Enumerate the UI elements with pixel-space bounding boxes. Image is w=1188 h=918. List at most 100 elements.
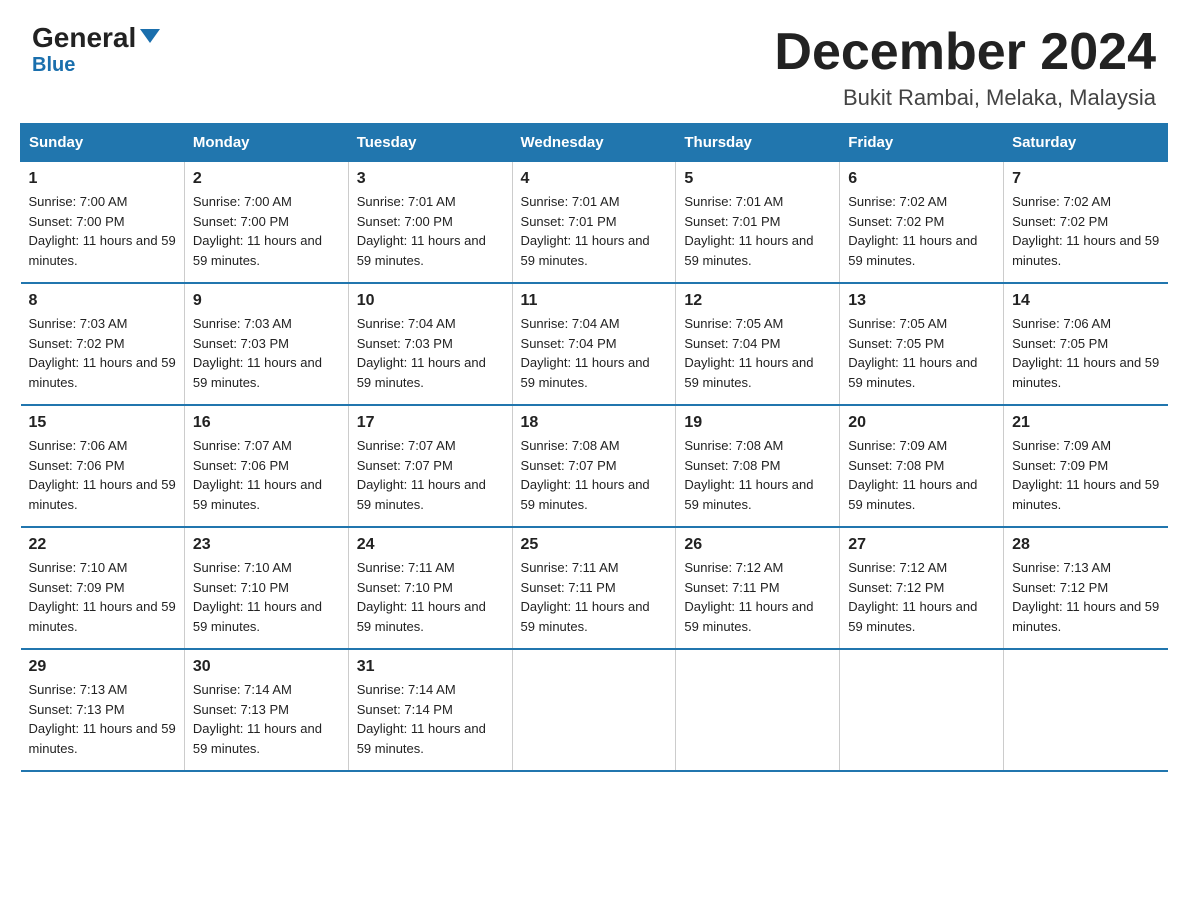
sunset-label: Sunset: 7:01 PM <box>521 214 617 229</box>
day-info: Sunrise: 7:01 AM Sunset: 7:01 PM Dayligh… <box>521 192 668 270</box>
calendar-cell: 10 Sunrise: 7:04 AM Sunset: 7:03 PM Dayl… <box>348 283 512 405</box>
daylight-label: Daylight: 11 hours and 59 minutes. <box>357 477 486 512</box>
sunset-label: Sunset: 7:06 PM <box>29 458 125 473</box>
day-number: 4 <box>521 170 668 188</box>
daylight-label: Daylight: 11 hours and 59 minutes. <box>848 355 977 390</box>
col-thursday: Thursday <box>676 124 840 162</box>
daylight-label: Daylight: 11 hours and 59 minutes. <box>357 355 486 390</box>
day-number: 21 <box>1012 414 1159 432</box>
sunset-label: Sunset: 7:08 PM <box>684 458 780 473</box>
calendar-cell: 11 Sunrise: 7:04 AM Sunset: 7:04 PM Dayl… <box>512 283 676 405</box>
daylight-label: Daylight: 11 hours and 59 minutes. <box>1012 233 1159 268</box>
location-title: Bukit Rambai, Melaka, Malaysia <box>774 85 1156 111</box>
sunrise-label: Sunrise: 7:05 AM <box>684 316 783 331</box>
daylight-label: Daylight: 11 hours and 59 minutes. <box>1012 355 1159 390</box>
daylight-label: Daylight: 11 hours and 59 minutes. <box>521 599 650 634</box>
sunrise-label: Sunrise: 7:02 AM <box>1012 194 1111 209</box>
day-number: 15 <box>29 414 176 432</box>
week-row-3: 15 Sunrise: 7:06 AM Sunset: 7:06 PM Dayl… <box>21 405 1168 527</box>
sunrise-label: Sunrise: 7:09 AM <box>848 438 947 453</box>
logo: General Blue <box>32 24 160 77</box>
sunrise-label: Sunrise: 7:14 AM <box>357 682 456 697</box>
day-number: 8 <box>29 292 176 310</box>
day-info: Sunrise: 7:09 AM Sunset: 7:08 PM Dayligh… <box>848 436 995 514</box>
daylight-label: Daylight: 11 hours and 59 minutes. <box>684 233 813 268</box>
title-area: December 2024 Bukit Rambai, Melaka, Mala… <box>774 24 1156 111</box>
day-number: 31 <box>357 658 504 676</box>
day-info: Sunrise: 7:12 AM Sunset: 7:12 PM Dayligh… <box>848 558 995 636</box>
calendar-cell: 24 Sunrise: 7:11 AM Sunset: 7:10 PM Dayl… <box>348 527 512 649</box>
sunset-label: Sunset: 7:08 PM <box>848 458 944 473</box>
sunset-label: Sunset: 7:02 PM <box>29 336 125 351</box>
sunset-label: Sunset: 7:04 PM <box>684 336 780 351</box>
day-number: 10 <box>357 292 504 310</box>
sunset-label: Sunset: 7:02 PM <box>1012 214 1108 229</box>
sunrise-label: Sunrise: 7:14 AM <box>193 682 292 697</box>
col-saturday: Saturday <box>1004 124 1168 162</box>
sunset-label: Sunset: 7:11 PM <box>684 580 779 595</box>
calendar-cell: 8 Sunrise: 7:03 AM Sunset: 7:02 PM Dayli… <box>21 283 185 405</box>
daylight-label: Daylight: 11 hours and 59 minutes. <box>521 477 650 512</box>
day-number: 7 <box>1012 170 1159 188</box>
daylight-label: Daylight: 11 hours and 59 minutes. <box>193 355 322 390</box>
calendar-cell: 22 Sunrise: 7:10 AM Sunset: 7:09 PM Dayl… <box>21 527 185 649</box>
daylight-label: Daylight: 11 hours and 59 minutes. <box>29 721 176 756</box>
calendar-cell: 2 Sunrise: 7:00 AM Sunset: 7:00 PM Dayli… <box>184 162 348 284</box>
calendar-cell: 7 Sunrise: 7:02 AM Sunset: 7:02 PM Dayli… <box>1004 162 1168 284</box>
col-tuesday: Tuesday <box>348 124 512 162</box>
daylight-label: Daylight: 11 hours and 59 minutes. <box>357 599 486 634</box>
sunrise-label: Sunrise: 7:10 AM <box>29 560 128 575</box>
sunrise-label: Sunrise: 7:02 AM <box>848 194 947 209</box>
daylight-label: Daylight: 11 hours and 59 minutes. <box>193 721 322 756</box>
daylight-label: Daylight: 11 hours and 59 minutes. <box>684 477 813 512</box>
sunrise-label: Sunrise: 7:04 AM <box>521 316 620 331</box>
sunrise-label: Sunrise: 7:09 AM <box>1012 438 1111 453</box>
day-number: 1 <box>29 170 176 188</box>
calendar-cell: 25 Sunrise: 7:11 AM Sunset: 7:11 PM Dayl… <box>512 527 676 649</box>
daylight-label: Daylight: 11 hours and 59 minutes. <box>193 477 322 512</box>
day-number: 27 <box>848 536 995 554</box>
sunrise-label: Sunrise: 7:04 AM <box>357 316 456 331</box>
sunrise-label: Sunrise: 7:06 AM <box>1012 316 1111 331</box>
week-row-5: 29 Sunrise: 7:13 AM Sunset: 7:13 PM Dayl… <box>21 649 1168 771</box>
sunset-label: Sunset: 7:00 PM <box>193 214 289 229</box>
calendar-cell: 1 Sunrise: 7:00 AM Sunset: 7:00 PM Dayli… <box>21 162 185 284</box>
day-number: 5 <box>684 170 831 188</box>
calendar-table: Sunday Monday Tuesday Wednesday Thursday… <box>20 123 1168 772</box>
sunset-label: Sunset: 7:00 PM <box>29 214 125 229</box>
daylight-label: Daylight: 11 hours and 59 minutes. <box>29 233 176 268</box>
sunset-label: Sunset: 7:13 PM <box>29 702 125 717</box>
sunset-label: Sunset: 7:09 PM <box>1012 458 1108 473</box>
calendar-cell: 12 Sunrise: 7:05 AM Sunset: 7:04 PM Dayl… <box>676 283 840 405</box>
day-number: 26 <box>684 536 831 554</box>
logo-triangle-icon <box>140 29 160 43</box>
day-number: 2 <box>193 170 340 188</box>
calendar-cell: 14 Sunrise: 7:06 AM Sunset: 7:05 PM Dayl… <box>1004 283 1168 405</box>
month-title: December 2024 <box>774 24 1156 81</box>
day-info: Sunrise: 7:08 AM Sunset: 7:07 PM Dayligh… <box>521 436 668 514</box>
sunrise-label: Sunrise: 7:05 AM <box>848 316 947 331</box>
daylight-label: Daylight: 11 hours and 59 minutes. <box>848 233 977 268</box>
calendar-cell: 5 Sunrise: 7:01 AM Sunset: 7:01 PM Dayli… <box>676 162 840 284</box>
col-sunday: Sunday <box>21 124 185 162</box>
sunrise-label: Sunrise: 7:00 AM <box>29 194 128 209</box>
sunrise-label: Sunrise: 7:08 AM <box>521 438 620 453</box>
day-info: Sunrise: 7:07 AM Sunset: 7:07 PM Dayligh… <box>357 436 504 514</box>
day-info: Sunrise: 7:00 AM Sunset: 7:00 PM Dayligh… <box>29 192 176 270</box>
daylight-label: Daylight: 11 hours and 59 minutes. <box>357 721 486 756</box>
sunrise-label: Sunrise: 7:10 AM <box>193 560 292 575</box>
sunset-label: Sunset: 7:10 PM <box>193 580 289 595</box>
sunrise-label: Sunrise: 7:12 AM <box>848 560 947 575</box>
calendar-cell <box>676 649 840 771</box>
day-info: Sunrise: 7:08 AM Sunset: 7:08 PM Dayligh… <box>684 436 831 514</box>
calendar-body: 1 Sunrise: 7:00 AM Sunset: 7:00 PM Dayli… <box>21 162 1168 772</box>
day-info: Sunrise: 7:09 AM Sunset: 7:09 PM Dayligh… <box>1012 436 1159 514</box>
day-info: Sunrise: 7:04 AM Sunset: 7:04 PM Dayligh… <box>521 314 668 392</box>
day-number: 13 <box>848 292 995 310</box>
daylight-label: Daylight: 11 hours and 59 minutes. <box>29 355 176 390</box>
day-info: Sunrise: 7:14 AM Sunset: 7:14 PM Dayligh… <box>357 680 504 758</box>
sunset-label: Sunset: 7:11 PM <box>521 580 616 595</box>
calendar-container: Sunday Monday Tuesday Wednesday Thursday… <box>0 123 1188 792</box>
day-number: 20 <box>848 414 995 432</box>
sunset-label: Sunset: 7:14 PM <box>357 702 453 717</box>
